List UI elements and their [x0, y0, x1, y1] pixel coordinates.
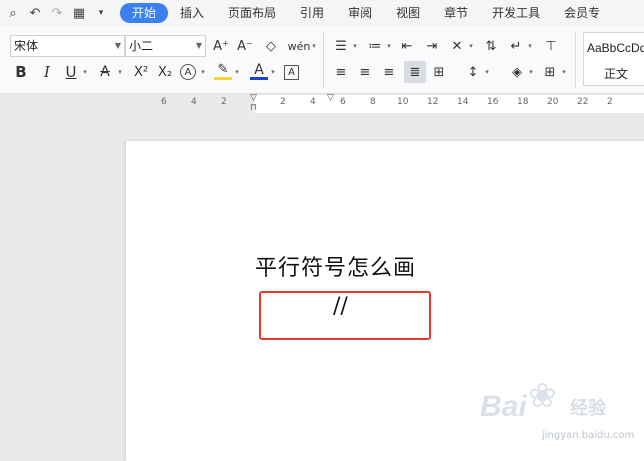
chevron-down-icon[interactable]: ▾	[560, 62, 568, 82]
tab-view[interactable]: 视图	[384, 3, 432, 23]
menu-bar: ⌕ ↶ ↷ ▦ ▾ 开始 插入 页面布局 引用 审阅 视图 章节 开发工具 会员…	[0, 0, 644, 26]
ruler-number: 4	[310, 97, 316, 107]
chevron-down-icon[interactable]: ▾	[233, 62, 241, 82]
tab-references[interactable]: 引用	[288, 3, 336, 23]
show-marks-icon[interactable]: ↵	[507, 36, 525, 56]
chinese-layout-icon[interactable]: ✕	[448, 36, 466, 56]
grow-font-button[interactable]: A⁺	[212, 36, 230, 56]
paw-logo-icon: ❀	[528, 376, 557, 416]
superscript-button[interactable]: X²	[130, 62, 152, 82]
ruler-number: 18	[517, 97, 529, 107]
tab-developer[interactable]: 开发工具	[480, 3, 552, 23]
char-border-button[interactable]: A	[284, 65, 299, 80]
watermark-brand: Bai	[480, 390, 527, 423]
document-title-text: 平行符号怎么画	[255, 256, 417, 281]
right-indent-marker-icon[interactable]: ▽	[327, 93, 334, 103]
tab-sections[interactable]: 章节	[432, 3, 480, 23]
chevron-down-icon[interactable]: ▾	[385, 36, 393, 56]
annotation-highlight-box	[259, 291, 431, 340]
ruler-number: 12	[427, 97, 439, 107]
chevron-down-icon[interactable]: ▾	[467, 36, 475, 56]
chevron-down-icon: ▼	[114, 41, 121, 50]
font-color-button[interactable]: A	[250, 62, 268, 80]
text-effect-button[interactable]: A	[180, 64, 196, 80]
numbered-list-icon[interactable]: ≔	[366, 36, 384, 56]
quick-access-toolbar: ⌕ ↶ ↷ ▦ ▾	[0, 0, 114, 26]
ruler-number: 10	[397, 97, 409, 107]
style-name: 正文	[604, 67, 629, 81]
line-spacing-icon[interactable]: ↕	[464, 62, 482, 82]
chevron-down-icon[interactable]: ▾	[527, 62, 535, 82]
style-normal[interactable]: AaBbCcDd 正文	[583, 32, 644, 86]
chevron-down-icon[interactable]: ▾	[483, 62, 491, 82]
undo-icon[interactable]: ↶	[26, 4, 44, 22]
bullet-list-icon[interactable]: ☰	[332, 36, 350, 56]
horizontal-ruler[interactable]: 6 4 2 ▽ ⊓ 2 4 ▽ 6 8 10 12 14 16 18 20 22…	[0, 93, 644, 113]
pinyin-guide-button[interactable]: wén	[288, 36, 311, 56]
ruler-number: 8	[370, 97, 376, 107]
ruler-number: 2	[280, 97, 286, 107]
italic-button[interactable]: I	[38, 62, 56, 82]
subscript-button[interactable]: X₂	[154, 62, 176, 82]
chevron-down-icon[interactable]: ▾	[269, 62, 277, 82]
font-size-value: 小二	[129, 39, 154, 53]
tab-page-layout[interactable]: 页面布局	[216, 3, 288, 23]
ruler-number: 4	[191, 97, 197, 107]
ruler-number: 22	[577, 97, 589, 107]
watermark-url: jingyan.baidu.com	[542, 430, 635, 441]
borders-icon[interactable]: ⊞	[541, 62, 559, 82]
indent-marker-icon[interactable]: ⊓	[250, 103, 257, 113]
ruler-number: 6	[340, 97, 346, 107]
chevron-down-icon[interactable]: ▾	[81, 62, 89, 82]
tab-home[interactable]: 开始	[120, 3, 169, 23]
ruler-number: 2	[221, 97, 227, 107]
more-dropdown-icon[interactable]: ▾	[92, 4, 110, 22]
baidu-jingyan-watermark: ❀ Bai 经验 jingyan.baidu.com	[476, 374, 644, 448]
increase-indent-icon[interactable]: ⇥	[423, 36, 441, 56]
ruler-number: 14	[457, 97, 469, 107]
sort-icon[interactable]: ⇅	[482, 36, 500, 56]
ruler-number: 16	[487, 97, 499, 107]
ribbon-tabs: 开始 插入 页面布局 引用 审阅 视图 章节 开发工具 会员专	[120, 3, 612, 23]
indent-marker-icon[interactable]: ▽	[250, 93, 257, 103]
chevron-down-icon: ▼	[195, 41, 202, 50]
tab-member[interactable]: 会员专	[552, 3, 612, 23]
chevron-down-icon[interactable]: ▾	[351, 36, 359, 56]
font-size-select[interactable]: 小二 ▼	[125, 35, 206, 57]
ruler-number: 20	[547, 97, 559, 107]
shrink-font-button[interactable]: A⁻	[236, 36, 254, 56]
ruler-number: 2	[607, 97, 613, 107]
decrease-indent-icon[interactable]: ⇤	[398, 36, 416, 56]
font-family-value: 宋体	[14, 39, 39, 53]
print-icon[interactable]: ▦	[70, 4, 88, 22]
justify-icon[interactable]: ≣	[404, 61, 426, 83]
chevron-down-icon[interactable]: ▾	[199, 62, 207, 82]
watermark-brand-suffix: 经验	[570, 398, 606, 419]
divider	[575, 32, 576, 88]
distributed-align-icon[interactable]: ⊞	[430, 62, 448, 82]
clear-format-icon[interactable]: ◇	[262, 36, 280, 56]
chevron-down-icon[interactable]: ▾	[116, 62, 124, 82]
strikethrough-button[interactable]: A	[96, 62, 114, 82]
chevron-down-icon[interactable]: ▾	[310, 36, 318, 56]
divider	[323, 32, 324, 88]
search-doc-icon[interactable]: ⌕	[4, 4, 22, 22]
tab-insert[interactable]: 插入	[168, 3, 216, 23]
underline-button[interactable]: U	[62, 62, 80, 82]
tab-stops-icon[interactable]: ⊤	[542, 36, 560, 56]
ribbon-toolbar: 宋体 ▼ 小二 ▼ A⁺ A⁻ ◇ wén ▾ B I U ▾ A ▾ X² X…	[0, 26, 644, 94]
align-center-icon[interactable]: ≡	[356, 62, 374, 82]
chevron-down-icon[interactable]: ▾	[526, 36, 534, 56]
ruler-number: 6	[161, 97, 167, 107]
font-family-select[interactable]: 宋体 ▼	[10, 35, 125, 57]
bold-button[interactable]: B	[12, 62, 30, 82]
redo-icon[interactable]: ↷	[48, 4, 66, 22]
tab-review[interactable]: 审阅	[336, 3, 384, 23]
align-right-icon[interactable]: ≡	[380, 62, 398, 82]
align-left-icon[interactable]: ≡	[332, 62, 350, 82]
highlight-icon[interactable]: ✎	[214, 62, 232, 80]
shading-icon[interactable]: ◈	[508, 62, 526, 82]
style-sample-text: AaBbCcDd	[587, 41, 644, 55]
